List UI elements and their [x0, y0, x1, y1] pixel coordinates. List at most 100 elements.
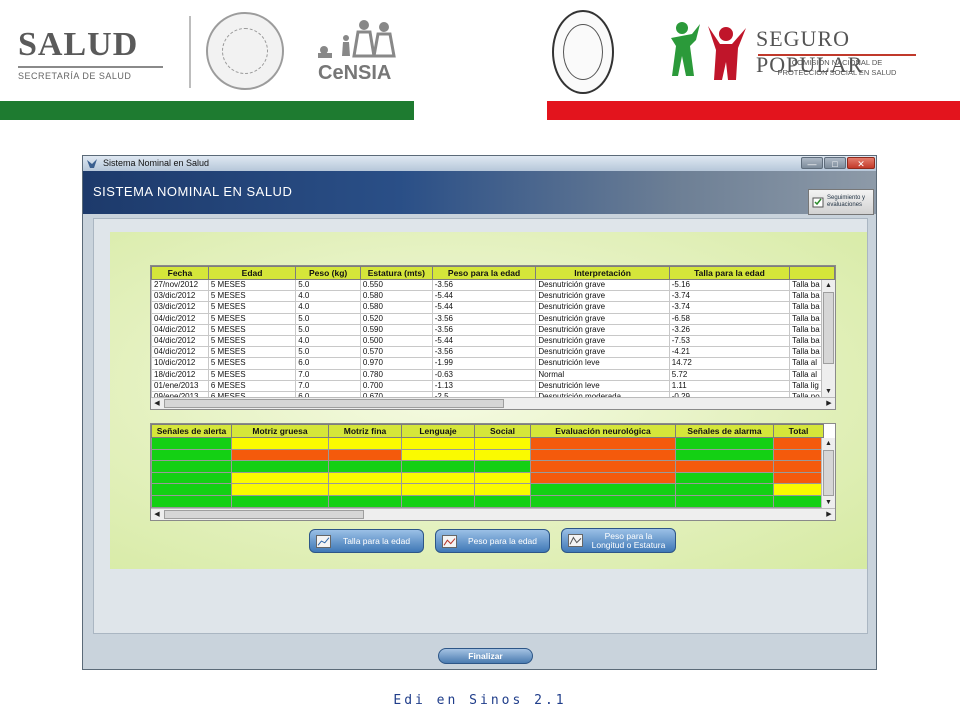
status-cell [675, 437, 774, 450]
scroll-thumb[interactable] [164, 510, 364, 519]
table-cell: 7.0 [295, 379, 361, 392]
table-row[interactable]: 27/nov/2012 5 MESES 5.0 0.550 -3.56 Desnutric… [151, 278, 835, 292]
growth-column-header[interactable]: Peso (kg) [295, 266, 361, 280]
scroll-right-arrow-icon[interactable]: ▶ [823, 398, 835, 409]
growth-column-header[interactable]: Talla para la edad [668, 266, 791, 280]
status-cell [401, 437, 475, 450]
status-cell [151, 483, 232, 496]
development-column-header[interactable]: Lenguaje [401, 424, 475, 438]
development-column-header[interactable]: Señales de alerta [151, 424, 232, 438]
talla-para-la-edad-button[interactable]: Talla para la edad [309, 529, 424, 553]
table-cell: 5.72 [668, 368, 791, 381]
growth-column-header[interactable]: Peso para la edad [431, 266, 537, 280]
development-horizontal-scrollbar[interactable]: ◀ ▶ [151, 508, 835, 520]
table-cell: Desnutrición grave [535, 278, 670, 292]
table-cell: 04/dic/2012 [151, 312, 209, 325]
status-cell [773, 448, 824, 462]
table-cell: Desnutrición leve [535, 357, 670, 370]
minimize-button[interactable]: — [801, 157, 823, 169]
status-cell [328, 494, 402, 508]
table-row[interactable] [151, 494, 824, 508]
table-row[interactable] [151, 460, 824, 473]
scroll-down-arrow-icon[interactable]: ▼ [822, 386, 835, 397]
growth-column-header[interactable]: Edad [207, 266, 297, 280]
seguro-popular-subtitle: COMISIÓN NACIONAL DE PROTECCIÓN SOCIAL E… [758, 58, 916, 78]
close-button[interactable]: ✕ [847, 157, 875, 169]
table-row[interactable]: 18/dic/2012 5 MESES 7.0 0.780 -0.63 Normal 5.7… [151, 368, 835, 381]
seguro-popular-subtitle-line1: COMISIÓN NACIONAL DE [791, 58, 883, 67]
table-cell: -3.74 [668, 290, 791, 303]
table-row[interactable]: 03/dic/2012 5 MESES 4.0 0.580 -5.44 Desnutric… [151, 301, 835, 314]
growth-column-header[interactable]: Interpretación [535, 266, 670, 280]
status-cell [151, 448, 232, 462]
development-column-header[interactable]: Evaluación neurológica [530, 424, 676, 438]
table-row[interactable] [151, 437, 824, 450]
development-vertical-scrollbar[interactable]: ▲ ▼ [821, 438, 835, 508]
development-column-header[interactable]: Motriz gruesa [231, 424, 329, 438]
seguimiento-evaluaciones-button[interactable]: Seguimiento y evaluaciones [808, 189, 874, 215]
table-cell: 5 MESES [207, 357, 297, 370]
table-cell: 5.0 [295, 278, 361, 292]
scroll-up-arrow-icon[interactable]: ▲ [822, 438, 835, 449]
scroll-left-arrow-icon[interactable]: ◀ [151, 509, 163, 520]
window-titlebar[interactable]: Sistema Nominal en Salud — □ ✕ [83, 156, 876, 171]
table-cell: 4.0 [295, 334, 361, 348]
table-row[interactable]: 01/ene/2013 6 MESES 7.0 0.700 -1.13 Desnutric… [151, 379, 835, 392]
peso-para-la-edad-button[interactable]: Peso para la edad [435, 529, 550, 553]
growth-column-header[interactable]: Estatura (mts) [359, 266, 433, 280]
table-cell: Desnutrición grave [535, 301, 670, 314]
development-column-header[interactable]: Social [474, 424, 531, 438]
growth-column-header[interactable] [789, 266, 835, 280]
table-row[interactable] [151, 448, 824, 462]
table-cell: 5 MESES [207, 323, 297, 336]
development-grid[interactable]: Señales de alerta Motriz gruesa Motriz fin… [150, 423, 836, 521]
development-column-header[interactable]: Señales de alarma [675, 424, 774, 438]
scroll-thumb[interactable] [164, 399, 504, 408]
table-cell: 0.780 [359, 368, 433, 381]
table-row[interactable]: 03/dic/2012 5 MESES 4.0 0.580 -5.44 Desnutric… [151, 290, 835, 303]
table-row[interactable]: 04/dic/2012 5 MESES 5.0 0.590 -3.56 Desnutric… [151, 323, 835, 336]
scroll-thumb[interactable] [823, 450, 834, 496]
table-cell: -1.13 [431, 379, 537, 392]
evaluation-icon [812, 197, 824, 208]
table-cell: 0.520 [359, 312, 433, 325]
scroll-down-arrow-icon[interactable]: ▼ [822, 497, 835, 508]
table-cell: 5 MESES [207, 290, 297, 303]
growth-horizontal-scrollbar[interactable]: ◀ ▶ [151, 397, 835, 409]
table-cell: -7.53 [668, 334, 791, 348]
scroll-right-arrow-icon[interactable]: ▶ [823, 509, 835, 520]
table-row[interactable] [151, 483, 824, 496]
development-column-header[interactable]: Motriz fina [328, 424, 402, 438]
table-row[interactable]: 10/dic/2012 5 MESES 6.0 0.970 -1.99 Desnutric… [151, 357, 835, 370]
table-row[interactable]: 04/dic/2012 5 MESES 5.0 0.520 -3.56 Desnutric… [151, 312, 835, 325]
table-cell: 0.970 [359, 357, 433, 370]
development-table: Señales de alerta Motriz gruesa Motriz fin… [151, 424, 824, 508]
table-cell: 6.0 [295, 357, 361, 370]
table-cell: -5.16 [668, 278, 791, 292]
scroll-thumb[interactable] [823, 292, 834, 364]
table-cell: 0.580 [359, 301, 433, 314]
status-cell [773, 471, 824, 485]
growth-column-header[interactable]: Fecha [151, 266, 209, 280]
table-cell: 0.580 [359, 290, 433, 303]
table-row[interactable]: 04/dic/2012 5 MESES 5.0 0.570 -3.56 Desnutric… [151, 346, 835, 359]
growth-grid[interactable]: Fecha Edad Peso (kg) Estatura (mts) Peso par… [150, 265, 836, 410]
finalizar-button[interactable]: Finalizar [438, 648, 533, 664]
table-cell: 4.0 [295, 301, 361, 314]
seguro-popular-subtitle-line2: PROTECCIÓN SOCIAL EN SALUD [777, 68, 897, 77]
peso-longitud-estatura-button[interactable]: Peso para la Longitud o Estatura [561, 528, 676, 553]
development-column-header[interactable]: Total [773, 424, 824, 438]
scroll-up-arrow-icon[interactable]: ▲ [822, 280, 835, 291]
table-row[interactable] [151, 471, 824, 485]
growth-vertical-scrollbar[interactable]: ▲ ▼ [821, 280, 835, 397]
table-cell: 04/dic/2012 [151, 323, 209, 336]
talla-button-label: Talla para la edad [342, 535, 411, 546]
censia-logo: CeNSIA [312, 18, 412, 88]
status-cell [474, 483, 531, 496]
maximize-button[interactable]: □ [824, 157, 846, 169]
table-cell: 03/dic/2012 [151, 301, 209, 314]
chart-icon [568, 534, 583, 547]
table-row[interactable]: 04/dic/2012 5 MESES 4.0 0.500 -5.44 Desnutric… [151, 334, 835, 348]
status-cell [401, 483, 475, 496]
scroll-left-arrow-icon[interactable]: ◀ [151, 398, 163, 409]
